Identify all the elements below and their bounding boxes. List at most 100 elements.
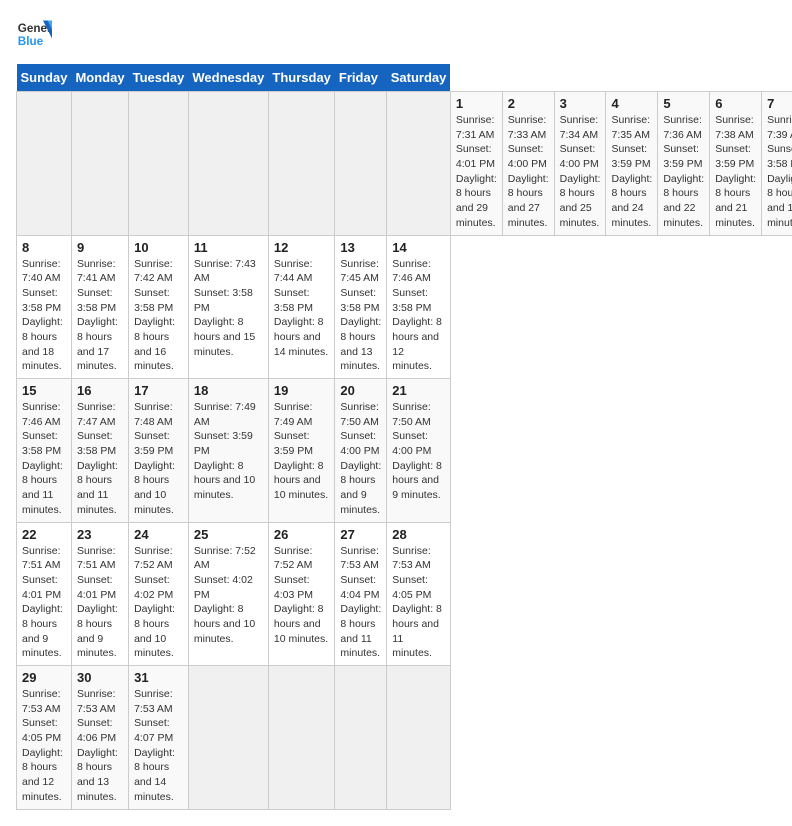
day-number: 29 [22, 670, 66, 685]
day-info: Sunrise: 7:47 AM Sunset: 3:58 PM Dayligh… [77, 400, 123, 518]
day-info: Sunrise: 7:39 AM Sunset: 3:58 PM Dayligh… [767, 113, 792, 231]
svg-text:Blue: Blue [18, 35, 44, 48]
day-number: 10 [134, 240, 183, 255]
day-info: Sunrise: 7:31 AM Sunset: 4:01 PM Dayligh… [456, 113, 497, 231]
page-header: General Blue [16, 16, 776, 52]
day-number: 8 [22, 240, 66, 255]
day-info: Sunrise: 7:52 AM Sunset: 4:02 PM Dayligh… [194, 544, 263, 647]
calendar-cell: 14 Sunrise: 7:46 AM Sunset: 3:58 PM Dayli… [387, 235, 451, 379]
calendar-cell: 20 Sunrise: 7:50 AM Sunset: 4:00 PM Dayli… [335, 379, 387, 523]
calendar-cell: 10 Sunrise: 7:42 AM Sunset: 3:58 PM Dayli… [129, 235, 189, 379]
day-info: Sunrise: 7:45 AM Sunset: 3:58 PM Dayligh… [340, 257, 381, 375]
calendar-cell: 24 Sunrise: 7:52 AM Sunset: 4:02 PM Dayli… [129, 522, 189, 666]
day-number: 2 [508, 96, 549, 111]
day-number: 3 [560, 96, 601, 111]
col-header-monday: Monday [71, 64, 128, 92]
col-header-tuesday: Tuesday [129, 64, 189, 92]
day-info: Sunrise: 7:35 AM Sunset: 3:59 PM Dayligh… [611, 113, 652, 231]
day-number: 17 [134, 383, 183, 398]
day-number: 6 [715, 96, 756, 111]
day-info: Sunrise: 7:52 AM Sunset: 4:02 PM Dayligh… [134, 544, 183, 662]
day-number: 14 [392, 240, 445, 255]
day-number: 21 [392, 383, 445, 398]
day-info: Sunrise: 7:41 AM Sunset: 3:58 PM Dayligh… [77, 257, 123, 375]
day-number: 16 [77, 383, 123, 398]
calendar-cell [335, 92, 387, 236]
day-number: 19 [274, 383, 330, 398]
calendar-cell: 17 Sunrise: 7:48 AM Sunset: 3:59 PM Dayli… [129, 379, 189, 523]
calendar-cell [268, 666, 335, 810]
calendar-week-row: 15Sunrise: 7:46 AM Sunset: 3:58 PM Dayli… [17, 379, 792, 523]
day-number: 24 [134, 527, 183, 542]
calendar-cell: 26Sunrise: 7:52 AM Sunset: 4:03 PM Dayli… [268, 522, 335, 666]
day-number: 4 [611, 96, 652, 111]
day-info: Sunrise: 7:40 AM Sunset: 3:58 PM Dayligh… [22, 257, 66, 375]
day-info: Sunrise: 7:50 AM Sunset: 4:00 PM Dayligh… [340, 400, 381, 518]
day-info: Sunrise: 7:53 AM Sunset: 4:05 PM Dayligh… [22, 687, 66, 805]
day-info: Sunrise: 7:34 AM Sunset: 4:00 PM Dayligh… [560, 113, 601, 231]
day-info: Sunrise: 7:42 AM Sunset: 3:58 PM Dayligh… [134, 257, 183, 375]
day-number: 31 [134, 670, 183, 685]
day-number: 5 [663, 96, 704, 111]
calendar-cell [387, 666, 451, 810]
calendar-cell: 12Sunrise: 7:44 AM Sunset: 3:58 PM Dayli… [268, 235, 335, 379]
day-info: Sunrise: 7:44 AM Sunset: 3:58 PM Dayligh… [274, 257, 330, 360]
day-info: Sunrise: 7:53 AM Sunset: 4:07 PM Dayligh… [134, 687, 183, 805]
calendar-cell: 25 Sunrise: 7:52 AM Sunset: 4:02 PM Dayli… [188, 522, 268, 666]
calendar-cell: 15Sunrise: 7:46 AM Sunset: 3:58 PM Dayli… [17, 379, 72, 523]
calendar-week-row: 1 Sunrise: 7:31 AM Sunset: 4:01 PM Daylig… [17, 92, 792, 236]
day-number: 13 [340, 240, 381, 255]
col-header-thursday: Thursday [268, 64, 335, 92]
day-number: 28 [392, 527, 445, 542]
day-info: Sunrise: 7:33 AM Sunset: 4:00 PM Dayligh… [508, 113, 549, 231]
day-number: 30 [77, 670, 123, 685]
calendar-cell: 7 Sunrise: 7:39 AM Sunset: 3:58 PM Daylig… [762, 92, 792, 236]
calendar-cell: 28 Sunrise: 7:53 AM Sunset: 4:05 PM Dayli… [387, 522, 451, 666]
calendar-cell [71, 92, 128, 236]
day-number: 7 [767, 96, 792, 111]
day-number: 23 [77, 527, 123, 542]
day-number: 20 [340, 383, 381, 398]
day-info: Sunrise: 7:49 AM Sunset: 3:59 PM Dayligh… [194, 400, 263, 503]
day-info: Sunrise: 7:50 AM Sunset: 4:00 PM Dayligh… [392, 400, 445, 503]
col-header-sunday: Sunday [17, 64, 72, 92]
calendar-week-row: 8 Sunrise: 7:40 AM Sunset: 3:58 PM Daylig… [17, 235, 792, 379]
day-number: 25 [194, 527, 263, 542]
calendar-cell [188, 666, 268, 810]
col-header-wednesday: Wednesday [188, 64, 268, 92]
day-info: Sunrise: 7:46 AM Sunset: 3:58 PM Dayligh… [392, 257, 445, 375]
calendar-cell: 5Sunrise: 7:36 AM Sunset: 3:59 PM Daylig… [658, 92, 710, 236]
calendar-cell: 3 Sunrise: 7:34 AM Sunset: 4:00 PM Daylig… [554, 92, 606, 236]
calendar-cell: 1 Sunrise: 7:31 AM Sunset: 4:01 PM Daylig… [450, 92, 502, 236]
calendar-cell: 8 Sunrise: 7:40 AM Sunset: 3:58 PM Daylig… [17, 235, 72, 379]
col-header-friday: Friday [335, 64, 387, 92]
calendar-cell: 23Sunrise: 7:51 AM Sunset: 4:01 PM Dayli… [71, 522, 128, 666]
calendar-cell: 2 Sunrise: 7:33 AM Sunset: 4:00 PM Daylig… [502, 92, 554, 236]
day-info: Sunrise: 7:43 AM Sunset: 3:58 PM Dayligh… [194, 257, 263, 360]
calendar-cell [17, 92, 72, 236]
calendar-cell: 16 Sunrise: 7:47 AM Sunset: 3:58 PM Dayli… [71, 379, 128, 523]
day-info: Sunrise: 7:48 AM Sunset: 3:59 PM Dayligh… [134, 400, 183, 518]
calendar-cell: 6 Sunrise: 7:38 AM Sunset: 3:59 PM Daylig… [710, 92, 762, 236]
day-info: Sunrise: 7:53 AM Sunset: 4:05 PM Dayligh… [392, 544, 445, 662]
calendar-cell: 30Sunrise: 7:53 AM Sunset: 4:06 PM Dayli… [71, 666, 128, 810]
day-number: 18 [194, 383, 263, 398]
day-info: Sunrise: 7:38 AM Sunset: 3:59 PM Dayligh… [715, 113, 756, 231]
calendar-cell: 21 Sunrise: 7:50 AM Sunset: 4:00 PM Dayli… [387, 379, 451, 523]
calendar-cell: 4 Sunrise: 7:35 AM Sunset: 3:59 PM Daylig… [606, 92, 658, 236]
day-number: 9 [77, 240, 123, 255]
calendar-week-row: 22Sunrise: 7:51 AM Sunset: 4:01 PM Dayli… [17, 522, 792, 666]
logo: General Blue [16, 16, 52, 52]
day-number: 26 [274, 527, 330, 542]
day-number: 15 [22, 383, 66, 398]
day-number: 27 [340, 527, 381, 542]
day-number: 11 [194, 240, 263, 255]
day-number: 1 [456, 96, 497, 111]
calendar-cell: 27Sunrise: 7:53 AM Sunset: 4:04 PM Dayli… [335, 522, 387, 666]
calendar-cell: 13 Sunrise: 7:45 AM Sunset: 3:58 PM Dayli… [335, 235, 387, 379]
calendar-cell [387, 92, 451, 236]
calendar-body: 1 Sunrise: 7:31 AM Sunset: 4:01 PM Daylig… [17, 92, 792, 810]
calendar-cell: 18 Sunrise: 7:49 AM Sunset: 3:59 PM Dayli… [188, 379, 268, 523]
calendar-cell: 9 Sunrise: 7:41 AM Sunset: 3:58 PM Daylig… [71, 235, 128, 379]
calendar-cell: 31 Sunrise: 7:53 AM Sunset: 4:07 PM Dayli… [129, 666, 189, 810]
